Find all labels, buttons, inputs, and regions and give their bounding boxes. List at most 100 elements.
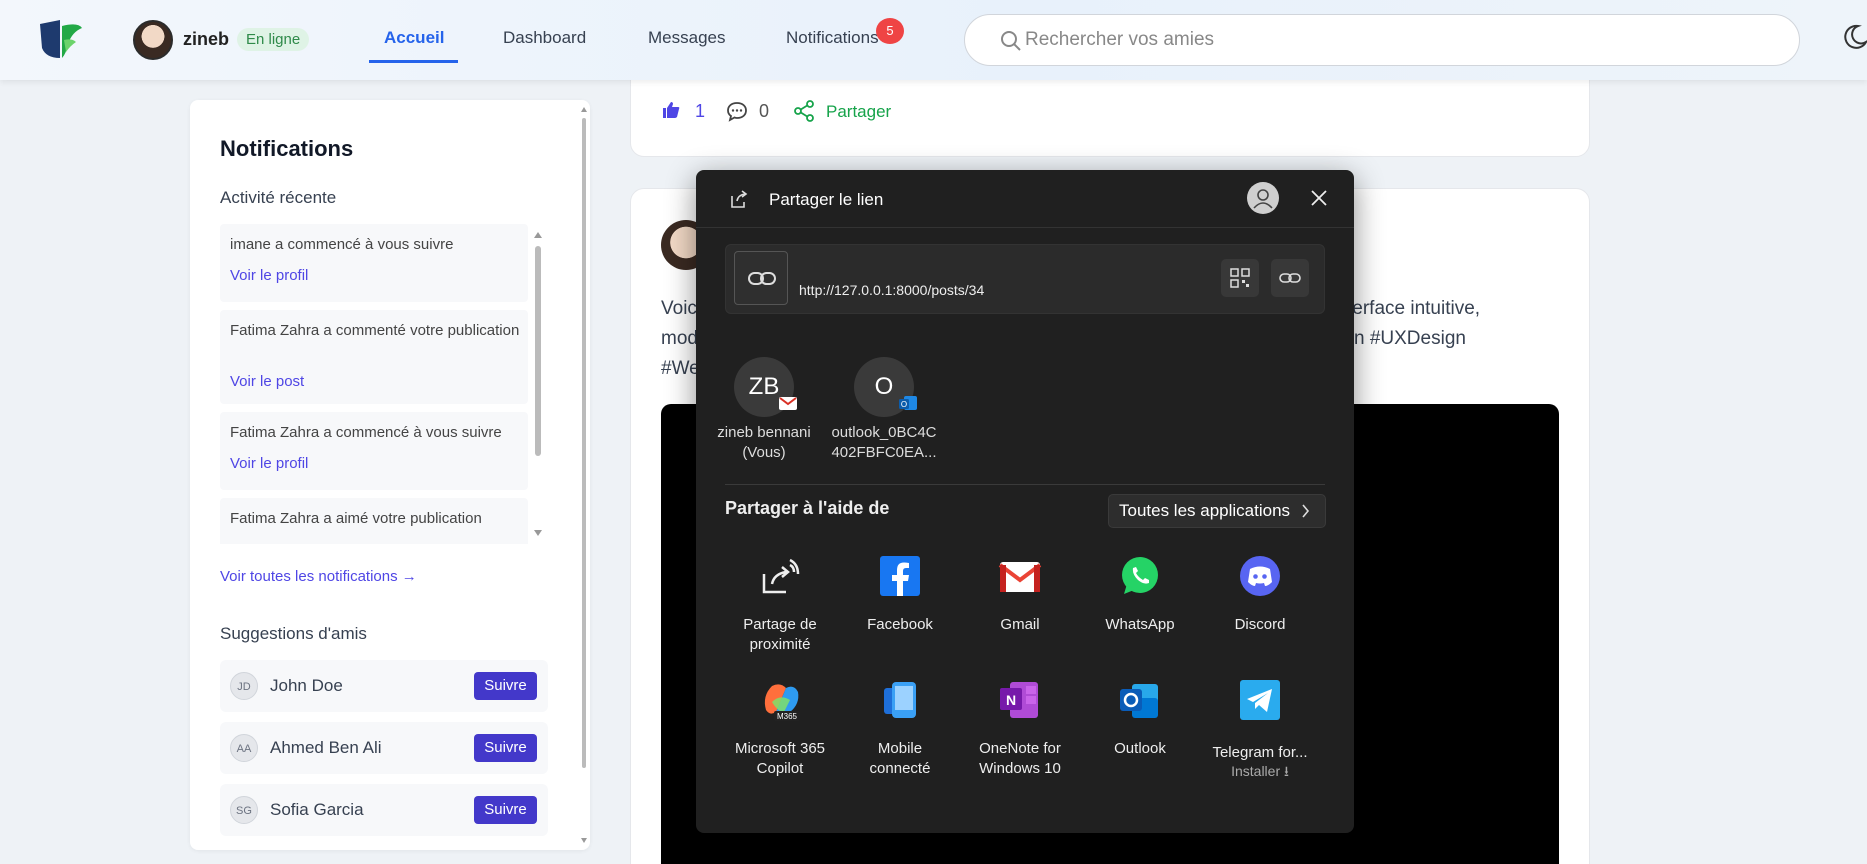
suggestion-row: JD John Doe Suivre bbox=[220, 660, 548, 712]
outlook-icon: O bbox=[899, 396, 917, 410]
dialog-title: Partager le lien bbox=[769, 190, 884, 209]
list-item[interactable]: Fatima Zahra a commencé à vous suivre Vo… bbox=[220, 412, 528, 490]
nav-accueil[interactable]: Accueil bbox=[384, 28, 444, 48]
app-label-sub: proximité bbox=[749, 636, 811, 653]
app-label-sub: Copilot bbox=[756, 760, 804, 777]
app-gmail[interactable]: Gmail bbox=[960, 552, 1080, 635]
suggestion-name: Ahmed Ben Ali bbox=[270, 738, 382, 757]
phone-link-icon bbox=[884, 682, 916, 718]
notifications-sidebar: Notifications Activité récente imane a c… bbox=[190, 100, 590, 850]
all-apps-button[interactable]: Toutes les applications bbox=[1108, 494, 1326, 528]
follow-button[interactable]: Suivre bbox=[474, 734, 537, 762]
list-item[interactable]: imane a commencé à vous suivre Voir le p… bbox=[220, 224, 528, 302]
share-link-icon bbox=[731, 190, 748, 208]
divider bbox=[696, 227, 1354, 228]
sidebar-scrollbar[interactable] bbox=[580, 104, 588, 846]
list-item[interactable]: Fatima Zahra a aimé votre publication bbox=[220, 498, 528, 544]
nav-notifications[interactable]: Notifications bbox=[786, 28, 879, 48]
contact-initials: O bbox=[874, 373, 894, 400]
list-item[interactable]: Fatima Zahra a commenté votre publicatio… bbox=[220, 310, 528, 404]
app-label: OneNote for bbox=[979, 740, 1061, 757]
online-status-badge: En ligne bbox=[237, 28, 310, 51]
app-label: WhatsApp bbox=[1105, 616, 1175, 633]
link-box: http://127.0.0.1:8000/posts/34 bbox=[725, 244, 1325, 314]
app-logo-icon[interactable] bbox=[38, 18, 84, 62]
user-avatar[interactable] bbox=[133, 20, 173, 60]
app-discord[interactable]: Discord bbox=[1200, 552, 1320, 635]
notification-link[interactable]: Voir le profil bbox=[230, 267, 308, 284]
share-url[interactable]: http://127.0.0.1:8000/posts/34 bbox=[799, 282, 984, 298]
avatar: AA bbox=[230, 734, 258, 762]
avatar: JD bbox=[230, 672, 258, 700]
share-dialog: Partager le lien http://127.0.0.1:8000/p… bbox=[696, 170, 1354, 833]
contact-zineb[interactable]: ZB zineb bennani (Vous) bbox=[709, 357, 819, 463]
notification-link[interactable]: Voir le profil bbox=[230, 455, 308, 472]
app-onenote[interactable]: N OneNote for Windows 10 bbox=[960, 676, 1080, 779]
see-all-notifications-link[interactable]: Voir toutes les notifications → bbox=[220, 568, 417, 585]
suggestion-name: Sofia Garcia bbox=[270, 800, 364, 819]
post-text: n #UXDesign bbox=[1354, 328, 1466, 349]
suggestion-row: AA Ahmed Ben Ali Suivre bbox=[220, 722, 548, 774]
app-label: Microsoft 365 bbox=[734, 740, 826, 757]
moon-icon[interactable] bbox=[1838, 22, 1867, 52]
notification-link[interactable]: Voir le post bbox=[230, 373, 304, 390]
svg-text:M365: M365 bbox=[777, 712, 798, 721]
contact-name-sub: 402FBFC0EA... bbox=[831, 444, 937, 461]
post-text: terface intuitive, bbox=[1347, 298, 1481, 319]
qr-code-button[interactable] bbox=[1221, 259, 1259, 297]
thumbs-up-icon[interactable] bbox=[661, 100, 681, 120]
notification-text: imane a commencé à vous suivre bbox=[230, 236, 454, 253]
app-m365-copilot[interactable]: M365 Microsoft 365 Copilot bbox=[720, 676, 840, 779]
facebook-icon bbox=[880, 556, 920, 596]
comment-count: 0 bbox=[759, 101, 770, 121]
share-icon[interactable] bbox=[793, 100, 815, 122]
install-label[interactable]: Installer ⭳ bbox=[1200, 763, 1320, 779]
notification-count-badge: 5 bbox=[876, 18, 904, 44]
svg-text:N: N bbox=[1006, 692, 1016, 708]
close-icon[interactable] bbox=[1307, 186, 1331, 210]
app-whatsapp[interactable]: WhatsApp bbox=[1080, 552, 1200, 635]
suggestion-row: SG Sofia Garcia Suivre bbox=[220, 784, 548, 836]
contact-name-sub: (Vous) bbox=[742, 444, 786, 461]
search-icon bbox=[1001, 31, 1021, 51]
contact-initials: ZB bbox=[748, 373, 780, 400]
account-icon[interactable] bbox=[1247, 182, 1279, 214]
avatar: SG bbox=[230, 796, 258, 824]
user-name: zineb bbox=[183, 29, 230, 49]
suggestions-heading: Suggestions d'amis bbox=[220, 624, 367, 643]
all-apps-label: Toutes les applications bbox=[1119, 501, 1291, 520]
app-telegram[interactable]: Telegram for... Installer ⭳ bbox=[1200, 676, 1320, 779]
app-nearby-share[interactable]: Partage de proximité bbox=[720, 552, 840, 655]
contact-outlook[interactable]: O O outlook_0BC4C 402FBFC0EA... bbox=[829, 357, 939, 463]
follow-button[interactable]: Suivre bbox=[474, 672, 537, 700]
app-facebook[interactable]: Facebook bbox=[840, 552, 960, 635]
comment-icon[interactable] bbox=[726, 100, 748, 122]
search-input[interactable]: Rechercher vos amies bbox=[1025, 29, 1214, 51]
avatar: ZB bbox=[734, 357, 797, 417]
contact-name: zineb bennani bbox=[717, 424, 811, 441]
notification-scrollbar[interactable] bbox=[532, 224, 544, 544]
post-text: Voic bbox=[661, 298, 697, 319]
notification-list[interactable]: imane a commencé à vous suivre Voir le p… bbox=[220, 224, 528, 544]
nearby-share-icon bbox=[762, 558, 800, 594]
app-label-sub: Windows 10 bbox=[979, 760, 1061, 777]
contact-name: outlook_0BC4C bbox=[831, 424, 937, 441]
follow-button[interactable]: Suivre bbox=[474, 796, 537, 824]
app-label: Outlook bbox=[1114, 740, 1166, 757]
avatar: O O bbox=[854, 357, 917, 417]
copy-link-button[interactable] bbox=[1271, 259, 1309, 297]
gmail-icon bbox=[779, 397, 797, 410]
app-mobile-connected[interactable]: Mobile connecté bbox=[840, 676, 960, 779]
telegram-icon bbox=[1240, 680, 1280, 720]
search-bar[interactable]: Rechercher vos amies bbox=[964, 14, 1800, 66]
app-outlook[interactable]: Outlook bbox=[1080, 676, 1200, 759]
notification-text: Fatima Zahra a aimé votre publication bbox=[230, 510, 482, 527]
whatsapp-icon bbox=[1122, 557, 1158, 594]
gmail-icon bbox=[998, 562, 1042, 592]
nav-messages[interactable]: Messages bbox=[648, 28, 725, 48]
app-label: Partage de bbox=[743, 616, 817, 633]
nav-dashboard[interactable]: Dashboard bbox=[503, 28, 586, 48]
notification-text: Fatima Zahra a commencé à vous suivre bbox=[230, 424, 502, 441]
app-label: Gmail bbox=[1000, 616, 1040, 633]
share-button[interactable]: Partager bbox=[826, 102, 891, 122]
